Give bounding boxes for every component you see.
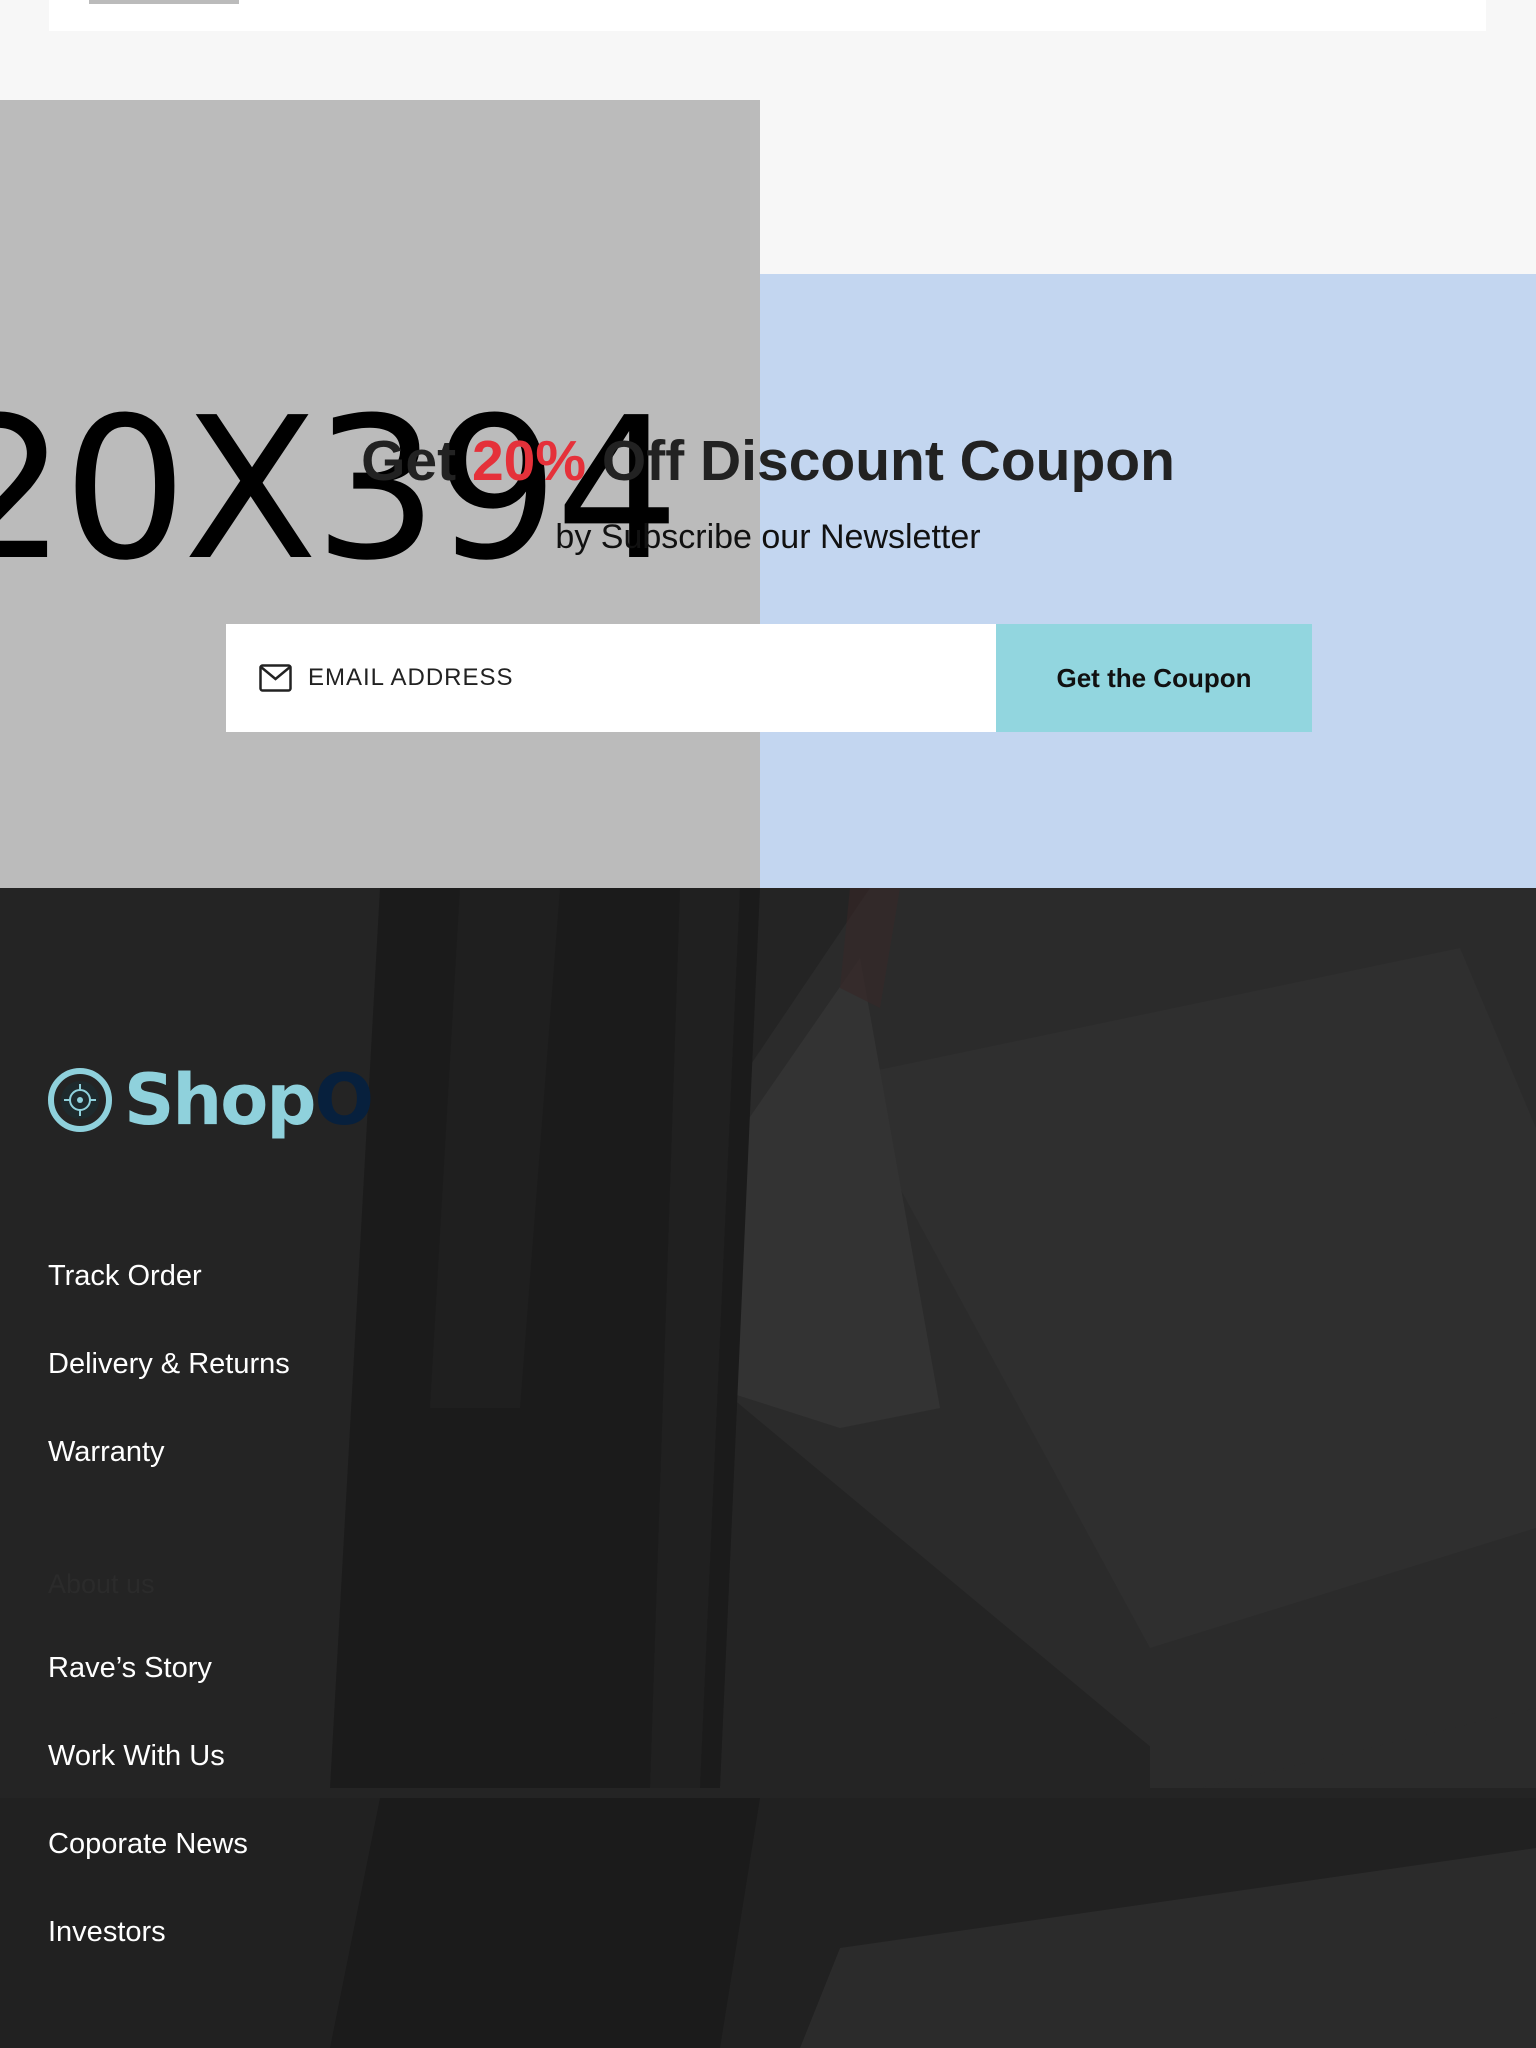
target-icon bbox=[48, 1068, 112, 1132]
investors-link[interactable]: Investors bbox=[48, 1916, 166, 1948]
product-card-bottom bbox=[49, 0, 1486, 31]
promo-subheadline: by Subscribe our Newsletter bbox=[555, 518, 981, 556]
site-footer: ShopO Track Order Delivery & Returns War… bbox=[0, 888, 1536, 2048]
footer-links-secondary: Rave’s Story Work With Us Coporate News … bbox=[48, 1652, 248, 2004]
email-field-wrapper bbox=[226, 624, 996, 732]
footer-link-item: Work With Us bbox=[48, 1740, 248, 1828]
promo-image-placeholder: 20X394 bbox=[0, 100, 760, 888]
track-order-link[interactable]: Track Order bbox=[48, 1260, 202, 1292]
footer-link-item: Track Order bbox=[48, 1260, 290, 1348]
shopo-logo[interactable]: ShopO bbox=[48, 1059, 374, 1141]
footer-link-item: Coporate News bbox=[48, 1828, 248, 1916]
raves-story-link[interactable]: Rave’s Story bbox=[48, 1652, 212, 1684]
card-divider bbox=[89, 0, 239, 4]
newsletter-promo: 20X394 Get 20% Off Discount Coupon by Su… bbox=[0, 100, 1536, 888]
email-input[interactable] bbox=[308, 664, 908, 692]
footer-links-primary: Track Order Delivery & Returns Warranty bbox=[48, 1260, 290, 1524]
about-section-title: About us bbox=[48, 1569, 155, 1599]
footer-link-item: Rave’s Story bbox=[48, 1652, 248, 1740]
discount-percent: 20% bbox=[471, 429, 587, 493]
warranty-link[interactable]: Warranty bbox=[48, 1436, 165, 1468]
logo-wordmark: ShopO bbox=[124, 1059, 374, 1141]
headline-suffix: Off Discount Coupon bbox=[601, 429, 1175, 493]
subscribe-form: Get the Coupon bbox=[226, 624, 1312, 732]
headline-prefix: Get bbox=[361, 429, 457, 493]
delivery-returns-link[interactable]: Delivery & Returns bbox=[48, 1348, 290, 1380]
get-coupon-button[interactable]: Get the Coupon bbox=[996, 624, 1312, 732]
footer-link-item: Investors bbox=[48, 1916, 248, 2004]
footer-link-item: Delivery & Returns bbox=[48, 1348, 290, 1436]
corporate-news-link[interactable]: Coporate News bbox=[48, 1828, 248, 1860]
promo-background-panel bbox=[760, 274, 1536, 888]
mail-icon bbox=[259, 664, 292, 692]
work-with-us-link[interactable]: Work With Us bbox=[48, 1740, 225, 1772]
logo-text: Shop bbox=[124, 1059, 316, 1141]
promo-headline: Get 20% Off Discount Coupon bbox=[0, 428, 1536, 494]
logo-accent: O bbox=[314, 1059, 373, 1141]
footer-link-item: Warranty bbox=[48, 1436, 290, 1524]
